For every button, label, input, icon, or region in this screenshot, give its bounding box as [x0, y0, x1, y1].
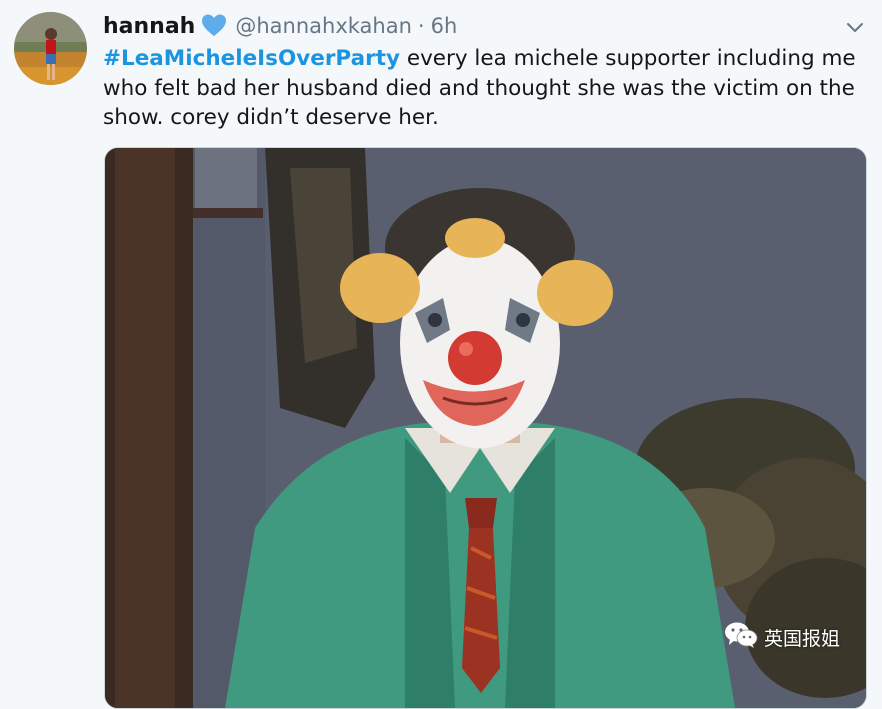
tweet-text: #LeaMicheleIsOverParty every lea michele… [103, 44, 873, 133]
hashtag-link[interactable]: #LeaMicheleIsOverParty [103, 46, 400, 71]
tweet: hannah @hannahxkahan · 6h #LeaMicheleIsO… [0, 0, 882, 709]
watermark-label: 英国报姐 [764, 627, 841, 650]
timestamp[interactable]: 6h [431, 14, 458, 38]
blue-heart-icon [201, 13, 227, 39]
chevron-down-icon[interactable] [844, 16, 866, 38]
tweet-header: hannah @hannahxkahan · 6h [103, 12, 457, 40]
separator-dot: · [417, 14, 425, 38]
wechat-icon [724, 621, 758, 654]
avatar[interactable] [14, 12, 87, 85]
user-handle[interactable]: @hannahxkahan [235, 14, 412, 38]
display-name[interactable]: hannah [103, 14, 195, 39]
watermark: 英国报姐 [724, 620, 840, 654]
